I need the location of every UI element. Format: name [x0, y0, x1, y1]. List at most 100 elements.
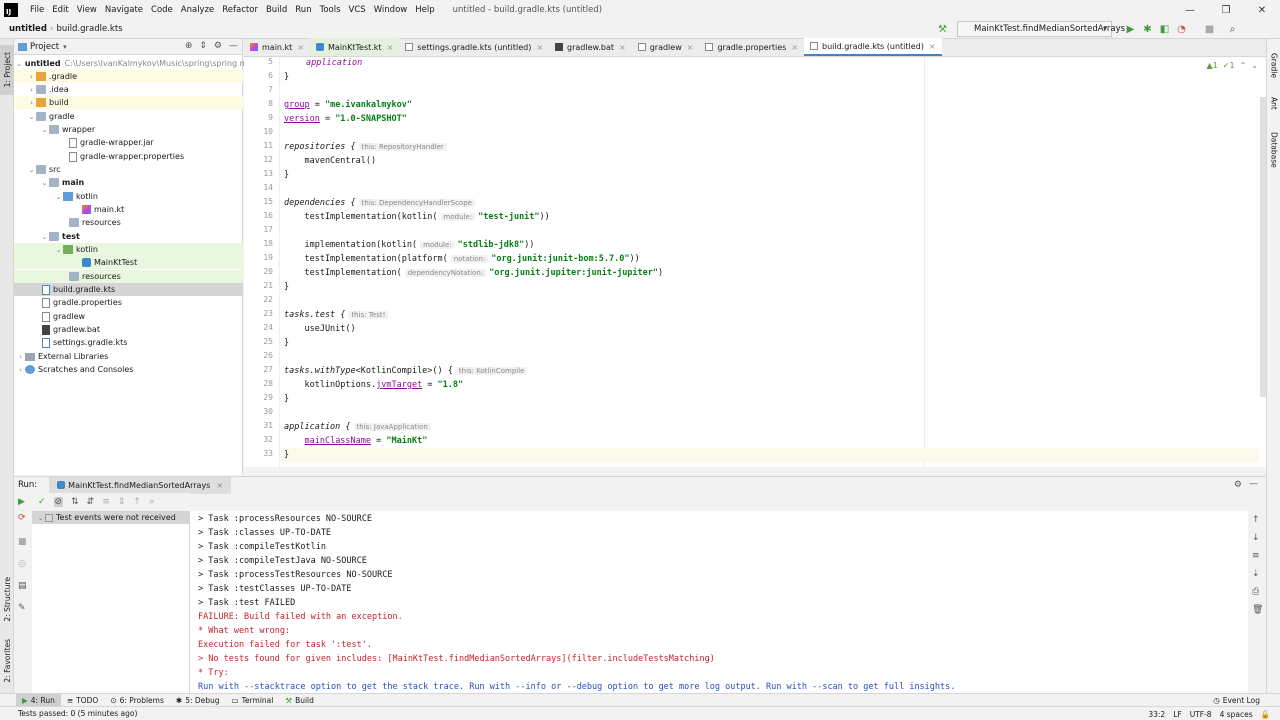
print-icon[interactable]: ⎙ — [1252, 587, 1259, 597]
project-view-selector[interactable]: Project — [30, 42, 59, 52]
tree-item-wrapper[interactable]: ⌄ wrapper — [14, 123, 243, 136]
menu-run[interactable]: Run — [291, 5, 315, 15]
toggle-auto-test-icon[interactable]: ◎ — [18, 559, 26, 569]
tree-item-test-resources[interactable]: resources — [14, 270, 243, 283]
close-icon[interactable]: × — [387, 43, 394, 52]
profile-icon[interactable]: ◔ — [1175, 23, 1188, 36]
collapse-all-icon[interactable]: ⇕ — [199, 41, 207, 51]
chevron-up-icon[interactable]: ⌃ — [1240, 61, 1247, 70]
close-icon[interactable]: × — [929, 42, 936, 51]
console-hint-line[interactable]: Run with --stacktrace option to get the … — [198, 680, 955, 693]
debug-icon[interactable]: ✱ — [1141, 23, 1154, 36]
tab-settings-gradle-kts[interactable]: settings.gradle.kts (untitled) × — [399, 38, 549, 56]
tree-item-settings-gradle-kts[interactable]: settings.gradle.kts — [14, 336, 243, 349]
run-icon[interactable]: ▶ — [1124, 23, 1137, 36]
menu-tools[interactable]: Tools — [316, 5, 345, 15]
close-icon[interactable]: × — [687, 43, 694, 52]
arrow-down-icon[interactable]: ↓ — [1252, 533, 1260, 543]
structure-tool-tab[interactable]: 2: Structure — [0, 567, 14, 631]
hide-panel-icon[interactable]: — — [1249, 479, 1258, 489]
run-configuration-selector[interactable]: MainKtTest.findMedianSortedArrays ▾ — [957, 21, 1125, 37]
menu-file[interactable]: File — [26, 5, 48, 15]
tree-item-build-gradle-kts[interactable]: build.gradle.kts — [14, 283, 243, 296]
tree-item-src[interactable]: ⌄ src — [14, 163, 243, 176]
tree-item-dot-idea[interactable]: › .idea — [14, 83, 243, 96]
search-everywhere-icon[interactable]: ⌕ — [1226, 23, 1239, 36]
tree-item-gradle-wrapper-jar[interactable]: gradle-wrapper.jar — [14, 136, 243, 149]
sort-alphabetically-icon[interactable]: ⇅ — [71, 497, 79, 507]
status-message[interactable]: Tests passed: 0 (5 minutes ago) — [18, 709, 137, 718]
tree-item-scratches[interactable]: › Scratches and Consoles — [14, 363, 243, 376]
rerun-icon[interactable]: ▶ — [18, 497, 25, 507]
tool-tab-terminal[interactable]: ▭ Terminal — [226, 694, 280, 707]
menu-analyze[interactable]: Analyze — [177, 5, 219, 15]
inspection-widget[interactable]: ▲1 ✓1 ⌃ ⌄ — [1207, 61, 1258, 70]
tree-item-test-kotlin[interactable]: ⌄ kotlin — [14, 243, 243, 256]
close-icon[interactable]: × — [536, 43, 543, 52]
menu-view[interactable]: View — [73, 5, 101, 15]
editor-scrollbar[interactable] — [1260, 97, 1266, 397]
tree-item-mainkttest[interactable]: MainKtTest — [14, 256, 243, 269]
chevron-down-icon[interactable]: ▾ — [63, 43, 67, 51]
restore-button[interactable]: ❐ — [1208, 0, 1244, 20]
tree-item-gradle-properties[interactable]: gradle.properties — [14, 296, 243, 309]
previous-failed-icon[interactable]: ↑ — [133, 497, 141, 507]
scroll-to-end-icon[interactable]: ⇣ — [1252, 569, 1260, 579]
menu-navigate[interactable]: Navigate — [101, 5, 147, 15]
database-tool-tab[interactable]: Database — [1267, 125, 1280, 175]
arrow-up-icon[interactable]: ↑ — [1252, 515, 1260, 525]
tab-main-kt[interactable]: main.kt × — [244, 38, 310, 56]
menu-help[interactable]: Help — [411, 5, 438, 15]
indent-setting[interactable]: 4 spaces — [1220, 710, 1253, 719]
tab-gradlew[interactable]: gradlew × — [632, 38, 700, 56]
tree-item-main-kt[interactable]: main.kt — [14, 203, 243, 216]
tool-tab-debug[interactable]: ✱ 5: Debug — [170, 694, 226, 707]
ant-tool-tab[interactable]: Ant — [1267, 91, 1280, 115]
stop-icon[interactable]: ■ — [1203, 23, 1216, 36]
breadcrumb-file[interactable]: build.gradle.kts — [54, 24, 126, 34]
tool-tab-problems[interactable]: ⊙ 6: Problems — [104, 694, 170, 707]
run-console[interactable]: > Task :processResources NO-SOURCE > Tas… — [190, 511, 1248, 693]
more-icon[interactable]: » — [149, 497, 155, 507]
close-icon[interactable]: × — [619, 43, 626, 52]
gear-icon[interactable]: ⚙ — [1234, 480, 1242, 490]
file-encoding[interactable]: UTF-8 — [1190, 710, 1212, 719]
tab-build-gradle-kts[interactable]: build.gradle.kts (untitled) × — [804, 38, 942, 56]
code-editor[interactable]: ▲1 ✓1 ⌃ ⌄ 5 6 7 8 9 10 11 12 13 14 15 16… — [244, 57, 1266, 467]
menu-window[interactable]: Window — [370, 5, 412, 15]
layout-icon[interactable]: ▤ — [18, 581, 27, 591]
show-passed-icon[interactable]: ✓ — [38, 497, 46, 507]
collapse-all-icon[interactable]: ⇕ — [118, 497, 126, 507]
pin-icon[interactable]: ✎ — [18, 603, 26, 613]
menu-vcs[interactable]: VCS — [345, 5, 370, 15]
tool-tab-todo[interactable]: ≡ TODO — [61, 694, 104, 707]
expand-all-icon[interactable]: ≡ — [102, 497, 110, 507]
tree-item-test[interactable]: ⌄ test — [14, 230, 243, 243]
rerun-failed-icon[interactable]: ⟳ — [18, 513, 26, 523]
tab-mainkttest-kt[interactable]: MainKtTest.kt × — [310, 38, 400, 56]
chevron-down-icon[interactable]: ⌄ — [1251, 61, 1258, 70]
trash-icon[interactable]: 🗑 — [1252, 605, 1263, 615]
favorites-tool-tab[interactable]: 2: Favorites — [0, 633, 14, 689]
tree-item-untitled[interactable]: ⌄ untitled C:\Users\IvanKalmykov\Music\spr… — [14, 57, 247, 70]
gear-icon[interactable]: ⚙ — [214, 41, 222, 51]
tree-item-main-resources[interactable]: resources — [14, 216, 243, 229]
soft-wrap-icon[interactable]: ≡ — [1252, 551, 1260, 561]
close-button[interactable]: ✕ — [1244, 0, 1280, 20]
tree-item-gradle[interactable]: ⌄ gradle — [14, 110, 243, 123]
tab-gradle-properties[interactable]: gradle.properties × — [699, 38, 804, 56]
tree-item-dot-gradle[interactable]: › .gradle — [14, 70, 243, 83]
lock-icon[interactable]: 🔓 — [1261, 710, 1270, 719]
tree-item-gradle-wrapper-properties[interactable]: gradle-wrapper.properties — [14, 150, 243, 163]
coverage-icon[interactable]: ◧ — [1158, 23, 1171, 36]
breadcrumb-project[interactable]: untitled — [6, 24, 50, 34]
show-ignored-icon[interactable]: ⊘ — [53, 497, 64, 507]
close-icon[interactable]: × — [297, 43, 304, 52]
tree-item-external-libraries[interactable]: › External Libraries — [14, 350, 243, 363]
hide-panel-icon[interactable]: — — [229, 41, 238, 51]
tree-item-gradlew-bat[interactable]: gradlew.bat — [14, 323, 243, 336]
gradle-tool-tab[interactable]: Gradle — [1267, 47, 1280, 83]
menu-edit[interactable]: Edit — [48, 5, 72, 15]
caret-position[interactable]: 33:2 — [1148, 710, 1165, 719]
tree-item-gradlew[interactable]: gradlew — [14, 310, 243, 323]
